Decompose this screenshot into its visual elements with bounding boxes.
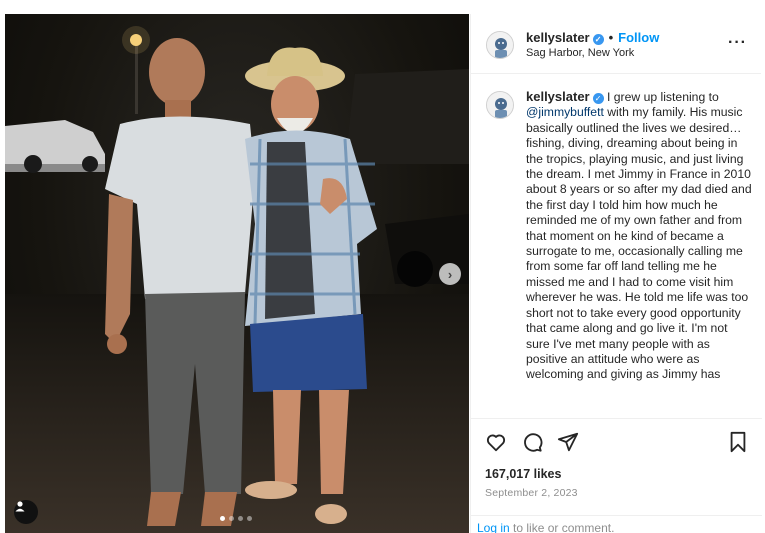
caption-mention-link[interactable]: @jimmybuffett <box>526 105 604 119</box>
comment-button[interactable] <box>521 431 543 458</box>
verified-badge-icon: ✓ <box>592 34 604 45</box>
caption-text-start: I grew up listening to <box>607 90 719 104</box>
chevron-right-icon: › <box>447 266 453 282</box>
dot-separator: • <box>608 30 614 45</box>
carousel-dot-4 <box>247 516 252 521</box>
caption-area: kellyslater ✓ I grew up listening to @jim… <box>471 75 762 418</box>
caption-avatar[interactable] <box>486 91 514 119</box>
caption-text: kellyslater ✓ I grew up listening to @jim… <box>526 89 752 383</box>
login-prompt-text: to like or comment. <box>513 521 615 533</box>
carousel-dot-1 <box>220 516 225 521</box>
post-actions: 167,017 likes September 2, 2023 Log in t… <box>471 418 762 533</box>
bookmark-icon <box>730 431 746 453</box>
save-button[interactable] <box>728 431 748 458</box>
avatar[interactable] <box>486 31 514 59</box>
caption-verified-badge-icon: ✓ <box>592 93 604 104</box>
post-photo[interactable]: › <box>5 14 469 533</box>
username-link[interactable]: kellyslater <box>526 30 590 45</box>
carousel-next-button[interactable]: › <box>439 263 461 285</box>
share-button[interactable] <box>557 431 579 458</box>
more-options-button[interactable]: ··· <box>728 34 747 52</box>
caption-avatar-illustration <box>487 92 513 118</box>
instagram-post: › kellyslater ✓ • Follow Sag Harbor, New… <box>5 14 762 533</box>
post-date[interactable]: September 2, 2023 <box>485 487 578 499</box>
post-header: kellyslater ✓ • Follow Sag Harbor, New York… <box>471 14 761 74</box>
avatar-illustration <box>487 32 513 58</box>
photo-scene <box>5 26 469 533</box>
login-link[interactable]: Log in <box>477 521 510 533</box>
heart-icon <box>486 434 506 452</box>
send-icon <box>557 432 579 452</box>
follow-button[interactable]: Follow <box>618 30 659 45</box>
post-side-panel: kellyslater ✓ • Follow Sag Harbor, New York… <box>470 14 762 533</box>
more-horizontal-icon: ··· <box>728 34 747 51</box>
like-button[interactable] <box>485 431 507 458</box>
user-tag-glyph <box>15 501 25 512</box>
carousel-indicator <box>220 516 252 521</box>
header-username-row: kellyslater ✓ • Follow <box>526 30 659 45</box>
user-tag-icon[interactable] <box>14 500 38 524</box>
carousel-dot-3 <box>238 516 243 521</box>
login-prompt: Log in to like or comment. <box>471 515 762 533</box>
caption-text-body: with my family. His music basically outl… <box>526 105 752 382</box>
likes-count[interactable]: 167,017 likes <box>485 467 561 481</box>
carousel-dot-2 <box>229 516 234 521</box>
location-link[interactable]: Sag Harbor, New York <box>526 47 634 59</box>
comment-icon <box>524 433 543 452</box>
caption-username[interactable]: kellyslater <box>526 89 590 104</box>
